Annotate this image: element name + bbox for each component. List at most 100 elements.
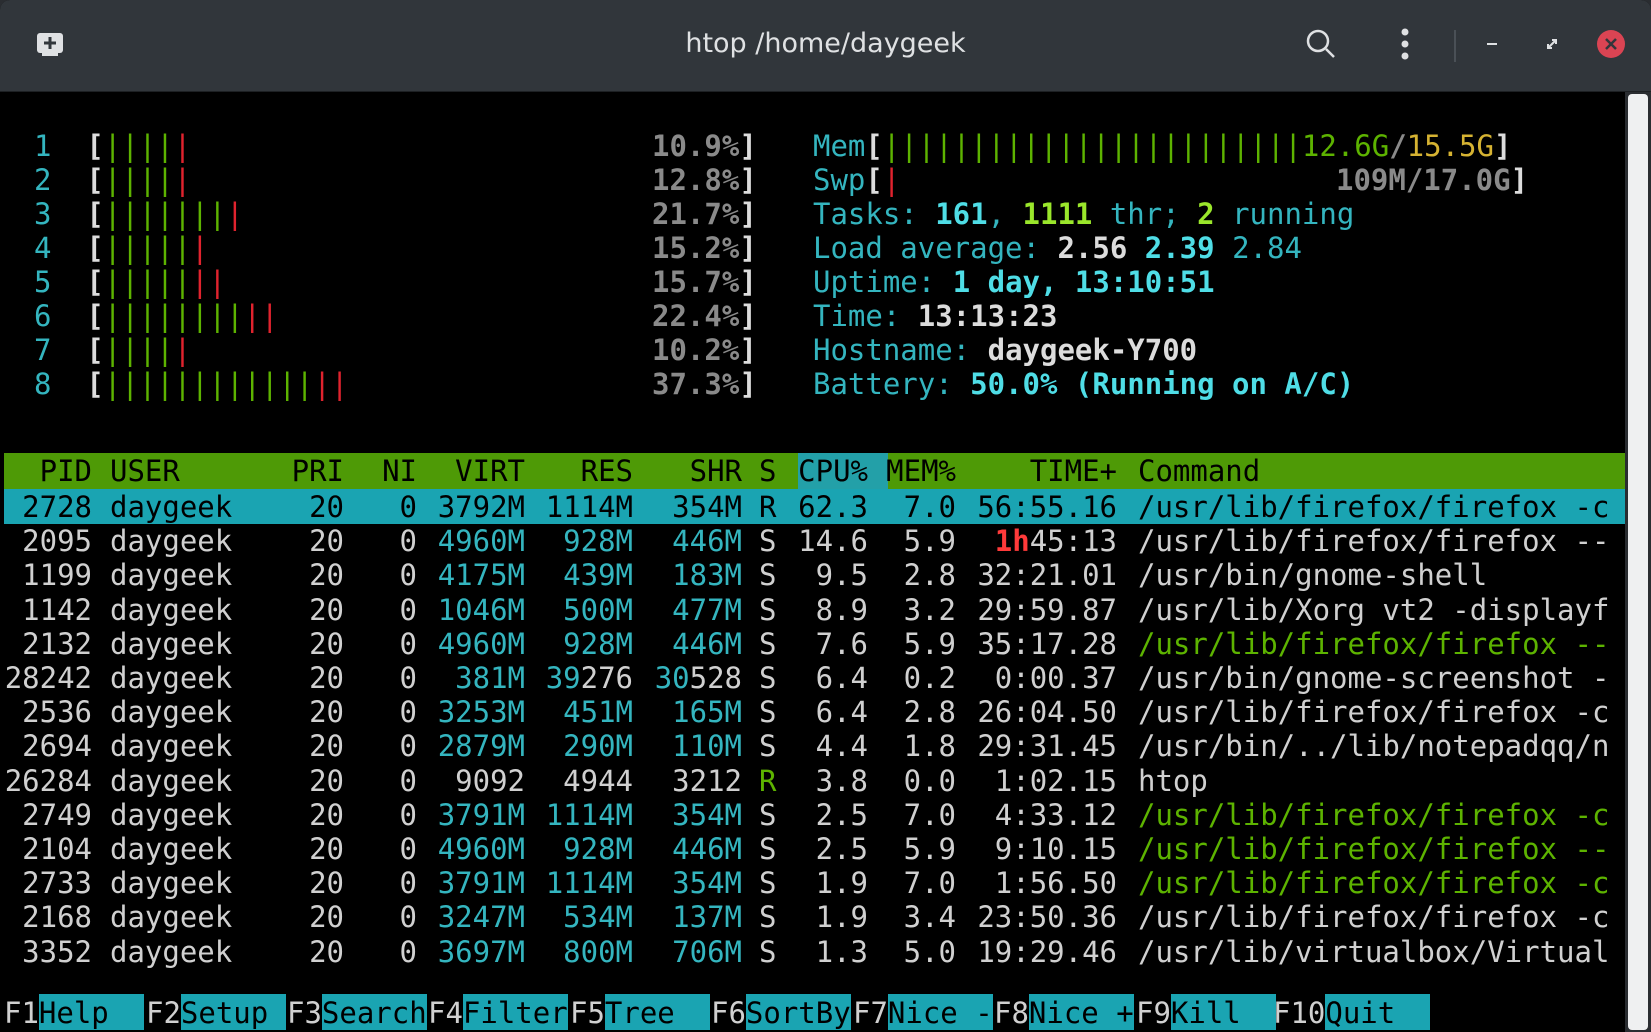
cell-shr: 354M xyxy=(672,866,742,901)
fkey-help-button[interactable]: F1Help xyxy=(4,994,144,1032)
menu-kebab-icon[interactable] xyxy=(1385,24,1425,64)
bracket: ] xyxy=(739,163,757,197)
cpu-meter-row: 6 [|||||||||| xyxy=(34,298,278,334)
cell-command: /usr/lib/firefox/firefox -- xyxy=(1138,524,1610,559)
cpu-percent: 12.8%] xyxy=(652,162,757,198)
function-key-bar[interactable]: F1Help F2Setup F3Search F4Filter F5Tree F6… xyxy=(0,994,1625,1032)
column-header-time[interactable]: TIME+ xyxy=(1030,453,1117,489)
hostname-meter: Hostname: daygeek-Y700 xyxy=(813,333,1198,367)
column-header-ni[interactable]: NI xyxy=(382,453,417,489)
cell-command: /usr/bin/gnome-screenshot - xyxy=(1138,661,1610,695)
cpu-index: 5 xyxy=(34,265,52,299)
cell-mem: 5.9 xyxy=(903,626,956,661)
cpu-percent-value: 10.9% xyxy=(652,129,740,163)
cell-pid: 1199 xyxy=(22,558,92,593)
cell-mem: 2.8 xyxy=(903,695,956,730)
cell-pri: 20 xyxy=(309,729,344,764)
fkey-nice-button[interactable]: F7Nice - xyxy=(853,994,993,1032)
cell-command: htop xyxy=(1138,763,1208,798)
cell-virt: 4175M xyxy=(437,558,525,593)
cell-pid: 2104 xyxy=(22,832,92,866)
cpu-percent-value: 37.3% xyxy=(652,367,740,401)
time-rest: 45:13 xyxy=(1029,524,1117,559)
close-icon[interactable] xyxy=(1591,24,1631,64)
shr-high: 30 xyxy=(654,661,690,695)
cell-cpu: 8.9 xyxy=(815,592,868,627)
cell-shr: 165M xyxy=(672,695,742,730)
bracket: ] xyxy=(739,367,757,401)
column-header-res[interactable]: RES xyxy=(581,453,633,489)
fkey-quit-button[interactable]: F10Quit xyxy=(1273,994,1431,1032)
cpu-index: 7 xyxy=(34,333,52,367)
minimize-icon[interactable] xyxy=(1472,24,1512,64)
cell-user: daygeek xyxy=(110,832,233,866)
column-header-pri[interactable]: PRI xyxy=(292,453,344,489)
fkey-filter-button[interactable]: F4Filter xyxy=(428,994,568,1032)
cell-res: 1114M xyxy=(545,490,633,524)
cell-pri: 20 xyxy=(309,661,344,695)
scrollbar[interactable] xyxy=(1625,92,1651,1032)
column-header-mem[interactable]: MEM% xyxy=(886,453,956,489)
cell-virt: 4960M xyxy=(437,832,525,866)
cell-mem: 1.8 xyxy=(903,729,956,764)
cell-pri: 20 xyxy=(309,866,344,901)
cell-command: /usr/lib/Xorg vt2 -displayf xyxy=(1138,592,1610,627)
cpu-index: 1 xyxy=(34,129,52,163)
cell-res: 290M xyxy=(563,729,633,764)
scrollbar-thumb[interactable] xyxy=(1628,94,1648,1030)
tasks-meter: Tasks: 161, 1111 thr; 2 running xyxy=(813,197,1355,231)
column-header-s[interactable]: S xyxy=(759,453,776,489)
fkey-number: F6 xyxy=(711,996,746,1030)
cell-virt: 3792M xyxy=(437,490,525,524)
fkey-tree-button[interactable]: F5Tree xyxy=(570,994,710,1032)
column-header-virt[interactable]: VIRT xyxy=(455,453,525,489)
cell-virt: 3253M xyxy=(437,695,525,730)
cpu-percent: 15.7%] xyxy=(652,264,757,300)
cpu-index: 2 xyxy=(34,163,52,197)
fkey-setup-button[interactable]: F2Setup xyxy=(146,994,286,1032)
cell-time: 23:50.36 xyxy=(977,900,1117,935)
cell-time: 4:33.12 xyxy=(994,797,1117,832)
column-header-user[interactable]: USER xyxy=(110,453,180,489)
cell-state: S xyxy=(759,558,777,593)
cell-state: S xyxy=(759,797,777,832)
search-icon[interactable] xyxy=(1301,24,1341,64)
fkey-number: F10 xyxy=(1273,996,1326,1030)
cell-state: S xyxy=(759,695,777,730)
terminal-area[interactable]: 1 [||||| 10.9%] 2 [||||| 12.8%] 3 [|||||||| 2… xyxy=(0,92,1625,1032)
cell-user: daygeek xyxy=(110,797,233,832)
cell-pri: 20 xyxy=(309,695,344,730)
column-header-cpu[interactable]: CPU% xyxy=(798,453,868,489)
bracket: ] xyxy=(739,299,757,333)
time-hours: 1h xyxy=(994,524,1030,559)
column-header-shr[interactable]: SHR xyxy=(690,453,742,489)
cell-time: 1:56.50 xyxy=(994,866,1117,901)
fkey-search-button[interactable]: F3Search xyxy=(287,994,427,1032)
column-header-cmd[interactable]: Command xyxy=(1138,453,1260,489)
bracket: [ xyxy=(86,299,104,333)
fkey-sortby-button[interactable]: F6SortBy xyxy=(711,994,851,1032)
cell-time: 1h45:13 xyxy=(995,523,1117,559)
cpu-index: 3 xyxy=(34,197,52,231)
cpu-percent: 37.3%] xyxy=(652,366,757,402)
cell-state: S xyxy=(759,729,777,764)
column-header-pid[interactable]: PID xyxy=(5,453,92,489)
fkey-label: Help xyxy=(38,994,144,1030)
cell-ni: 0 xyxy=(399,592,417,627)
cell-ni: 0 xyxy=(399,661,417,695)
restore-icon[interactable] xyxy=(1532,24,1572,64)
bracket: [ xyxy=(86,197,104,231)
cell-user: daygeek xyxy=(110,524,233,559)
fkey-kill-button[interactable]: F9Kill xyxy=(1136,994,1276,1032)
fkey-nice-button[interactable]: F8Nice + xyxy=(994,994,1134,1032)
cell-mem: 5.0 xyxy=(903,934,956,969)
cell-ni: 0 xyxy=(399,558,417,593)
cell-user: daygeek xyxy=(110,661,233,695)
cell-pid: 2536 xyxy=(22,695,92,730)
cell-command: /usr/lib/firefox/firefox -- xyxy=(1138,832,1610,866)
cell-shr: 137M xyxy=(672,900,742,935)
